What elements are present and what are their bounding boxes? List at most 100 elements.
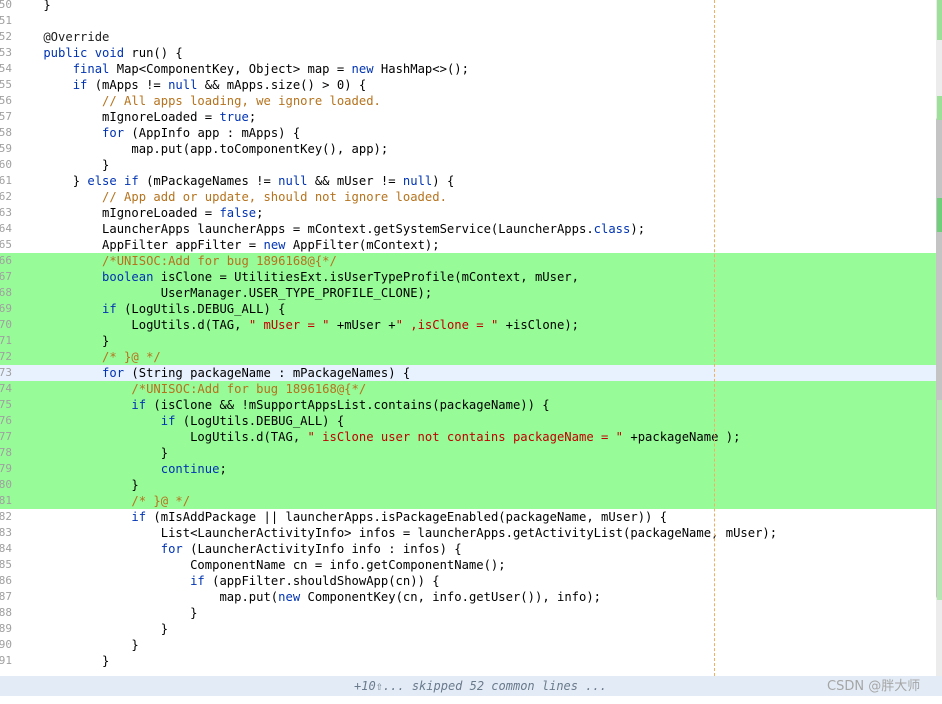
line-number: 86 [0, 574, 12, 587]
code-line[interactable]: 59 map.put(app.toComponentKey(), app); [0, 141, 936, 157]
code-line[interactable]: 81 /* }@ */ [0, 493, 936, 509]
code-line[interactable]: 71 } [0, 333, 936, 349]
code-text: } [14, 0, 51, 12]
code-text: } else if (mPackageNames != null && mUse… [14, 174, 455, 188]
line-number: 69 [0, 302, 12, 315]
line-number: 68 [0, 286, 12, 299]
code-text: } [14, 638, 139, 652]
code-line[interactable]: 63 mIgnoreLoaded = false; [0, 205, 936, 221]
code-text: // App add or update, should not ignore … [14, 190, 447, 204]
line-number: 65 [0, 238, 12, 251]
code-text: } [14, 622, 169, 636]
code-line[interactable]: 83 List<LauncherActivityInfo> infos = la… [0, 525, 936, 541]
skip-count: +10 [354, 679, 376, 693]
code-text: map.put(app.toComponentKey(), app); [14, 142, 389, 156]
code-line[interactable]: 90 } [0, 637, 936, 653]
code-editor[interactable]: 50 } 51 52 @Override 53 public void run() {… [0, 0, 936, 676]
line-number: 64 [0, 222, 12, 235]
line-number: 53 [0, 46, 12, 59]
code-line[interactable]: 53 public void run() { [0, 45, 936, 61]
code-text: /*UNISOC:Add for bug 1896168@{*/ [14, 382, 367, 396]
code-line[interactable]: 74 /*UNISOC:Add for bug 1896168@{*/ [0, 381, 936, 397]
code-text: /* }@ */ [14, 494, 191, 508]
diff-marker[interactable] [937, 96, 942, 120]
code-text: for (AppInfo app : mApps) { [14, 126, 301, 140]
code-text: } [14, 334, 110, 348]
code-line[interactable]: 50 } [0, 0, 936, 13]
line-number: 80 [0, 478, 12, 491]
code-text: LauncherApps launcherApps = mContext.get… [14, 222, 646, 236]
code-line[interactable]: 76 if (LogUtils.DEBUG_ALL) { [0, 413, 936, 429]
code-line[interactable]: 61 } else if (mPackageNames != null && m… [0, 173, 936, 189]
code-line[interactable]: 70 LogUtils.d(TAG, " mUser = " +mUser +"… [0, 317, 936, 333]
code-line[interactable]: 80 } [0, 477, 936, 493]
line-number: 62 [0, 190, 12, 203]
skipped-lines-label[interactable]: +10⇧... skipped 52 common lines ... [354, 676, 607, 696]
code-line[interactable]: 72 /* }@ */ [0, 349, 936, 365]
line-number: 79 [0, 462, 12, 475]
code-line[interactable]: 66 /*UNISOC:Add for bug 1896168@{*/ [0, 253, 936, 269]
code-text: LogUtils.d(TAG, " mUser = " +mUser +" ,i… [14, 318, 580, 332]
right-margin-guide [714, 0, 715, 676]
code-line[interactable]: 67 boolean isClone = UtilitiesExt.isUser… [0, 269, 936, 285]
code-line[interactable]: 58 for (AppInfo app : mApps) { [0, 125, 936, 141]
code-text: if (LogUtils.DEBUG_ALL) { [14, 302, 286, 316]
code-text: } [14, 478, 139, 492]
code-line[interactable]: 68 UserManager.USER_TYPE_PROFILE_CLONE); [0, 285, 936, 301]
code-text: for (String packageName : mPackageNames)… [14, 366, 411, 380]
code-line[interactable]: 91 } [0, 653, 936, 669]
line-number: 54 [0, 62, 12, 75]
code-line[interactable]: 51 [0, 13, 936, 29]
code-text: map.put(new ComponentKey(cn, info.getUse… [14, 590, 602, 604]
code-line[interactable]: 82 if (mIsAddPackage || launcherApps.isP… [0, 509, 936, 525]
code-text: UserManager.USER_TYPE_PROFILE_CLONE); [14, 286, 433, 300]
code-line[interactable]: 65 AppFilter appFilter = new AppFilter(m… [0, 237, 936, 253]
code-line[interactable]: 52 @Override [0, 29, 936, 45]
line-number: 90 [0, 638, 12, 651]
code-line[interactable]: 75 if (isClone && !mSupportAppsList.cont… [0, 397, 936, 413]
code-line[interactable]: 60 } [0, 157, 936, 173]
code-line[interactable]: 55 if (mApps != null && mApps.size() > 0… [0, 77, 936, 93]
line-number: 81 [0, 494, 12, 507]
code-text: if (LogUtils.DEBUG_ALL) { [14, 414, 345, 428]
code-line[interactable]: 78 } [0, 445, 936, 461]
code-text: if (isClone && !mSupportAppsList.contain… [14, 398, 550, 412]
line-number: 75 [0, 398, 12, 411]
code-line[interactable]: 73 for (String packageName : mPackageNam… [0, 365, 936, 381]
code-line[interactable]: 87 map.put(new ComponentKey(cn, info.get… [0, 589, 936, 605]
line-number: 67 [0, 270, 12, 283]
diff-marker[interactable] [937, 198, 942, 232]
code-text: public void run() { [14, 46, 183, 60]
line-number: 91 [0, 654, 12, 667]
diff-marker[interactable] [937, 400, 942, 600]
code-line[interactable]: 88 } [0, 605, 936, 621]
code-line[interactable]: 89 } [0, 621, 936, 637]
code-line[interactable]: 79 continue; [0, 461, 936, 477]
code-line[interactable]: 84 for (LauncherActivityInfo info : info… [0, 541, 936, 557]
code-line[interactable]: 77 LogUtils.d(TAG, " isClone user not co… [0, 429, 936, 445]
expand-up-icon[interactable]: ⇧ [376, 676, 383, 696]
line-number: 72 [0, 350, 12, 363]
code-line[interactable]: 86 if (appFilter.shouldShowApp(cn)) { [0, 573, 936, 589]
code-line[interactable]: 56 // All apps loading, we ignore loaded… [0, 93, 936, 109]
code-text: AppFilter appFilter = new AppFilter(mCon… [14, 238, 440, 252]
line-number: 51 [0, 14, 12, 27]
code-line[interactable]: 54 final Map<ComponentKey, Object> map =… [0, 61, 936, 77]
code-text: @Override [14, 30, 110, 44]
code-line[interactable]: 62 // App add or update, should not igno… [0, 189, 936, 205]
code-text: final Map<ComponentKey, Object> map = ne… [14, 62, 469, 76]
code-line[interactable]: 69 if (LogUtils.DEBUG_ALL) { [0, 301, 936, 317]
code-line[interactable]: 57 mIgnoreLoaded = true; [0, 109, 936, 125]
line-number: 78 [0, 446, 12, 459]
code-line[interactable]: 85 ComponentName cn = info.getComponentN… [0, 557, 936, 573]
code-text: ComponentName cn = info.getComponentName… [14, 558, 506, 572]
line-number: 88 [0, 606, 12, 619]
line-number: 50 [0, 0, 12, 11]
line-number: 74 [0, 382, 12, 395]
line-number: 70 [0, 318, 12, 331]
diff-marker[interactable] [937, 0, 942, 40]
line-number: 85 [0, 558, 12, 571]
line-number: 83 [0, 526, 12, 539]
code-text: if (mApps != null && mApps.size() > 0) { [14, 78, 367, 92]
code-line[interactable]: 64 LauncherApps launcherApps = mContext.… [0, 221, 936, 237]
